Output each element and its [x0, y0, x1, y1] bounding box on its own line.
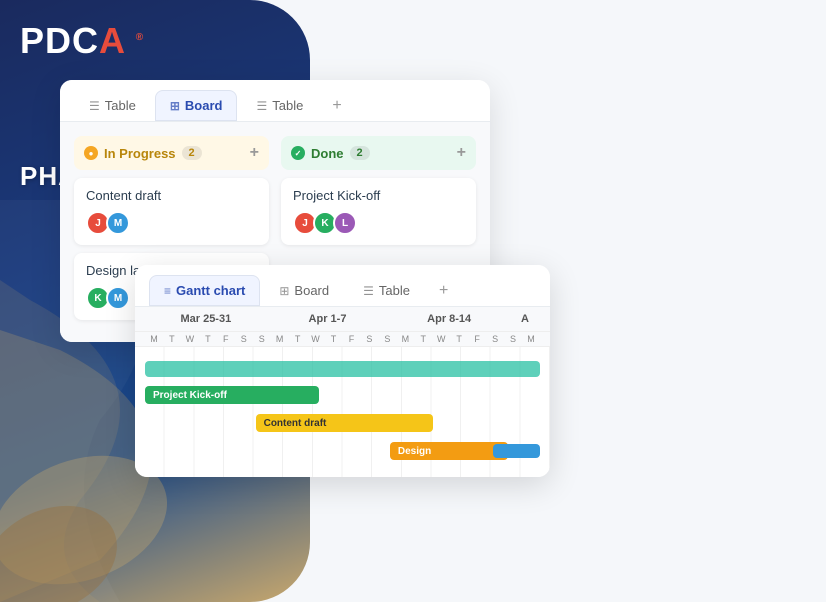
- column-header-in-progress: ● In Progress 2 +: [74, 136, 269, 170]
- gantt-add-tab-button[interactable]: +: [429, 276, 458, 306]
- logo-area: PDCA ®: [20, 20, 144, 62]
- day-s5: S: [486, 334, 504, 344]
- column-header-left-done: ✓ Done 2: [291, 146, 370, 161]
- day-f2: F: [342, 334, 360, 344]
- done-label: Done: [311, 146, 344, 161]
- task-title-kickoff: Project Kick-off: [293, 188, 464, 203]
- tab-board-label: Board: [185, 98, 223, 113]
- table-icon-g: ☰: [363, 284, 374, 298]
- day-m1: M: [145, 334, 163, 344]
- day-t3: T: [289, 334, 307, 344]
- in-progress-count: 2: [182, 146, 202, 160]
- gantt-body: Project Kick-off Content draft Design: [135, 347, 550, 477]
- day-t1: T: [163, 334, 181, 344]
- tab-table-2[interactable]: ☰ Table: [241, 90, 318, 121]
- tab-table-gantt[interactable]: ☰ Table: [348, 275, 425, 306]
- status-dot-green: ✓: [291, 146, 305, 160]
- gantt-row-kickoff: Project Kick-off: [145, 381, 540, 409]
- day-w3: W: [432, 334, 450, 344]
- gantt-bar-content: Content draft: [256, 414, 434, 432]
- avatar-2: M: [106, 211, 130, 235]
- table-icon-2: ☰: [256, 99, 267, 113]
- task-card-kickoff[interactable]: Project Kick-off J K L: [281, 178, 476, 245]
- day-t2: T: [199, 334, 217, 344]
- gantt-card: ≡ Gantt chart ⊞ Board ☰ Table + Mar 25-3…: [135, 265, 550, 477]
- status-dot-orange: ●: [84, 146, 98, 160]
- tab-table-1[interactable]: ☰ Table: [74, 90, 151, 121]
- column-header-left-in-progress: ● In Progress 2: [84, 146, 202, 161]
- tab-table-gantt-label: Table: [379, 283, 410, 298]
- column-header-done: ✓ Done 2 +: [281, 136, 476, 170]
- gantt-bar-content-label: Content draft: [264, 418, 327, 429]
- gantt-bar-blue: [493, 444, 540, 458]
- day-m4: M: [522, 334, 540, 344]
- day-s1: S: [235, 334, 253, 344]
- gantt-bar-teal: [145, 361, 540, 377]
- tab-board-gantt[interactable]: ⊞ Board: [264, 275, 344, 306]
- in-progress-label: In Progress: [104, 146, 176, 161]
- gantt-bar-design-label: Design: [398, 446, 431, 457]
- avatar-7: L: [333, 211, 357, 235]
- add-tab-button[interactable]: +: [322, 91, 351, 121]
- table-icon-1: ☰: [89, 99, 100, 113]
- day-s6: S: [504, 334, 522, 344]
- day-s2: S: [253, 334, 271, 344]
- period-mar: Mar 25-31: [145, 313, 267, 325]
- gantt-bar-kickoff-label: Project Kick-off: [153, 390, 227, 401]
- gantt-period-header: Mar 25-31 Apr 1-7 Apr 8-14 A: [135, 307, 550, 332]
- period-apr8: Apr 8-14: [388, 313, 510, 325]
- done-count: 2: [350, 146, 370, 160]
- day-t6: T: [450, 334, 468, 344]
- logo-text: PDCA ®: [20, 20, 144, 62]
- tab-gantt-label: Gantt chart: [176, 283, 245, 298]
- gantt-days-row: M T W T F S S M T W T F S S M T W T F S …: [135, 332, 550, 347]
- avatar-group-kickoff: J K L: [293, 211, 464, 235]
- gantt-row-teal: [145, 355, 540, 383]
- tab-board-gantt-label: Board: [294, 283, 329, 298]
- avatar-4: M: [106, 286, 130, 310]
- tab-table-2-label: Table: [272, 98, 303, 113]
- period-apr1: Apr 1-7: [267, 313, 389, 325]
- tab-table-1-label: Table: [105, 98, 136, 113]
- gantt-tab-bar: ≡ Gantt chart ⊞ Board ☰ Table +: [135, 265, 550, 307]
- in-progress-add-button[interactable]: +: [250, 144, 259, 162]
- board-icon: ⊞: [170, 99, 180, 113]
- tab-board[interactable]: ⊞ Board: [155, 90, 238, 121]
- gantt-row-content: Content draft: [145, 409, 540, 437]
- task-card-content-draft[interactable]: Content draft J M: [74, 178, 269, 245]
- day-t5: T: [414, 334, 432, 344]
- day-w2: W: [307, 334, 325, 344]
- gantt-icon: ≡: [164, 284, 171, 298]
- logo-accent: A: [99, 20, 125, 61]
- task-title-content-draft: Content draft: [86, 188, 257, 203]
- board-icon-g: ⊞: [279, 284, 289, 298]
- day-m3: M: [396, 334, 414, 344]
- day-f3: F: [468, 334, 486, 344]
- day-w1: W: [181, 334, 199, 344]
- day-s3: S: [360, 334, 378, 344]
- done-add-button[interactable]: +: [457, 144, 466, 162]
- tab-gantt[interactable]: ≡ Gantt chart: [149, 275, 260, 306]
- period-a: A: [510, 313, 540, 325]
- gantt-row-design: Design: [145, 437, 540, 465]
- logo-pd: PDC: [20, 20, 99, 61]
- board-tab-bar: ☰ Table ⊞ Board ☰ Table +: [60, 80, 490, 122]
- gantt-bar-design: Design: [390, 442, 509, 460]
- day-f1: F: [217, 334, 235, 344]
- avatar-group-content-draft: J M: [86, 211, 257, 235]
- gantt-bar-kickoff: Project Kick-off: [145, 386, 319, 404]
- day-s4: S: [378, 334, 396, 344]
- day-m2: M: [271, 334, 289, 344]
- day-t4: T: [325, 334, 343, 344]
